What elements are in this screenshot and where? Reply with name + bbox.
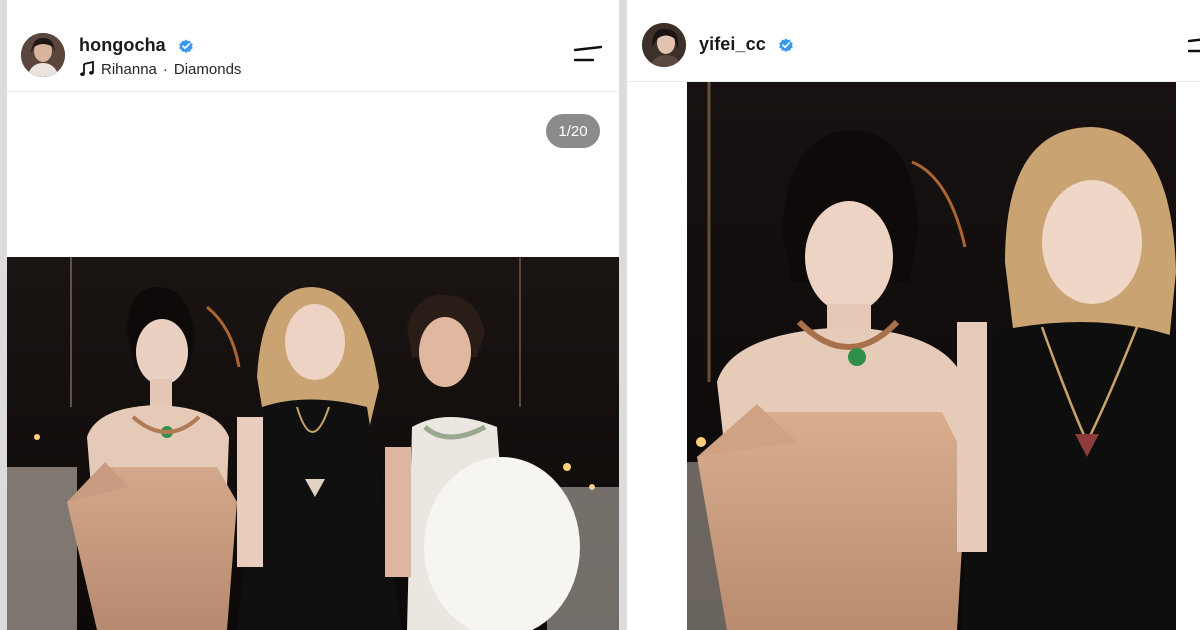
username[interactable]: yifei_cc (699, 34, 766, 55)
verified-badge-icon (778, 37, 794, 53)
music-separator: · (162, 60, 168, 78)
slide-counter: 1/20 (546, 114, 600, 148)
username[interactable]: hongocha (79, 35, 166, 56)
left-post-header: hongocha Rihanna · Diamonds (7, 0, 619, 92)
right-post-panel: yifei_cc (627, 0, 1200, 630)
post-image[interactable] (7, 257, 619, 630)
avatar[interactable] (21, 33, 65, 77)
screenshot-collage: hongocha Rihanna · Diamonds 1/20 yifei_c… (0, 0, 1200, 630)
left-post-panel: hongocha Rihanna · Diamonds 1/20 (7, 0, 619, 630)
menu-icon[interactable] (1187, 36, 1200, 56)
right-post-header: yifei_cc (627, 0, 1200, 82)
music-info[interactable]: Rihanna · Diamonds (79, 59, 241, 79)
music-song: Diamonds (173, 60, 242, 78)
avatar[interactable] (642, 23, 686, 67)
post-image[interactable] (687, 82, 1176, 630)
music-artist: Rihanna (101, 60, 157, 78)
music-note-icon (79, 61, 95, 77)
verified-badge-icon (178, 38, 194, 54)
menu-icon[interactable] (573, 45, 603, 65)
